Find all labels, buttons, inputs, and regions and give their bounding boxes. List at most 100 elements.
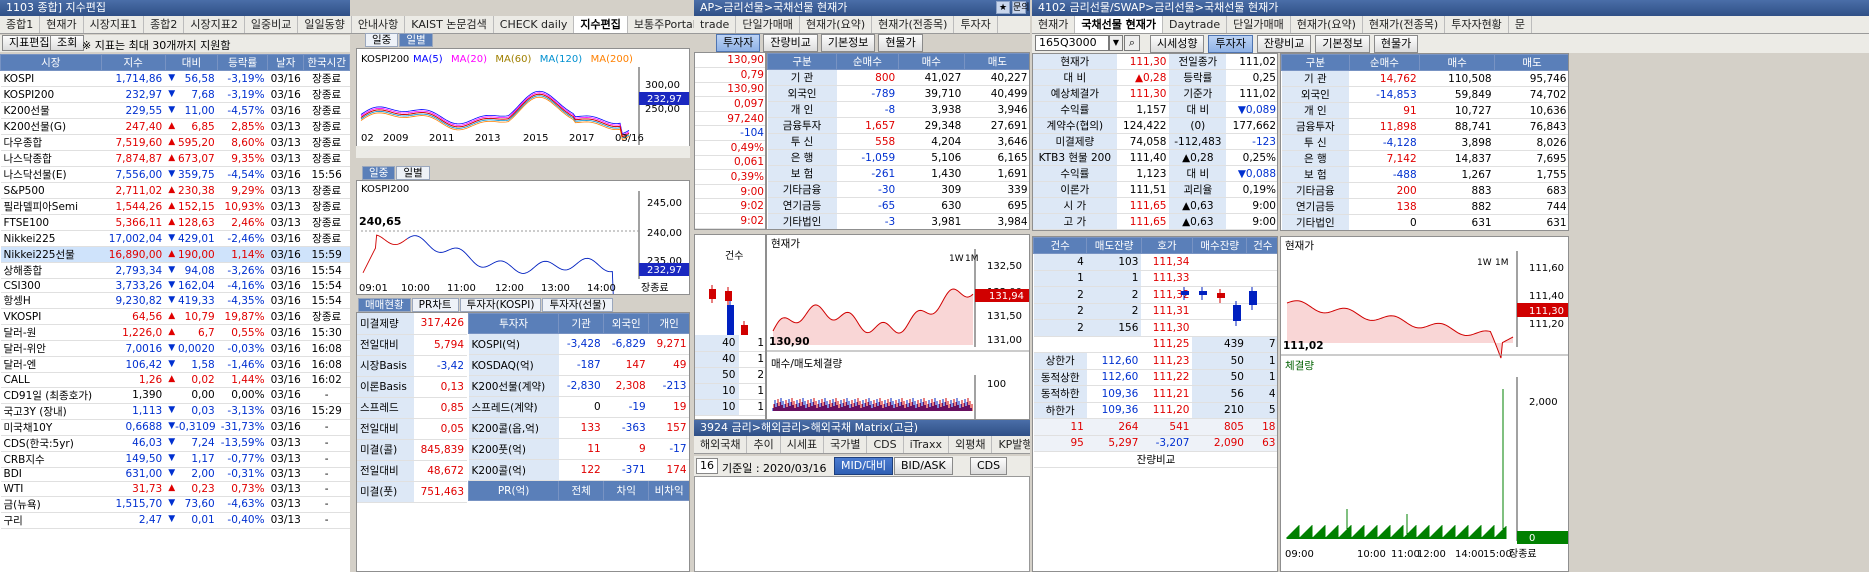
- win3-tab-1[interactable]: 국채선물 현재가: [1075, 16, 1164, 33]
- mid-diff-button[interactable]: MID/대비: [834, 457, 894, 475]
- ob-buy-row[interactable]: 동적상한 112,60 111,22 50 1: [1033, 369, 1277, 386]
- chart2-tab-0[interactable]: 일중: [362, 166, 396, 180]
- table-row[interactable]: WTI 31,73 ▲ 0,23 0,73% 03/13-: [0, 481, 350, 497]
- chart1-tab-0[interactable]: 일중: [365, 33, 399, 47]
- table-row[interactable]: FTSE100 5,366,11 ▲ 128,63 2,46% 03/13 장종료: [0, 214, 350, 231]
- win3-btn-0[interactable]: 시세성향: [1150, 35, 1205, 53]
- table-row[interactable]: 항셍H 9,230,82 ▼ 419,33 -4,35% 03/16 15:54: [0, 292, 350, 310]
- win1-tab-10[interactable]: 지수편집: [574, 16, 628, 33]
- subwin-tab-1[interactable]: 추이: [747, 436, 781, 453]
- cds-select[interactable]: CDS: [970, 457, 1008, 475]
- win1-tab-5[interactable]: 일중비교: [245, 16, 299, 33]
- table-row[interactable]: 구리 2,47 ▼ 0,01 -0,40% 03/13-: [0, 512, 350, 529]
- win3-tab-4[interactable]: 현재가(요약): [1291, 16, 1363, 33]
- table-row[interactable]: BDI 631,00 ▼ 2,00 -0,31% 03/13-: [0, 467, 350, 483]
- subwin-tab-7[interactable]: KP발행: [992, 436, 1030, 453]
- table-row[interactable]: CDS(한국:5yr) 46,03 ▼ 7,24 -13,59% 03/13-: [0, 435, 350, 452]
- win3-btn-3[interactable]: 기본정보: [1315, 35, 1370, 53]
- win3-tab-3[interactable]: 단일가매매: [1227, 16, 1291, 33]
- win3-tab-6[interactable]: 투자자현황: [1445, 16, 1509, 33]
- win1-titlebar[interactable]: 1103 종합] 지수편집: [0, 0, 350, 16]
- win2-btn-0[interactable]: 투자자: [716, 34, 761, 52]
- table-row[interactable]: VKOSPI 64,56 ▲ 10,79 19,87% 03/16 장종료: [0, 308, 350, 326]
- table-row[interactable]: CD91일 (최종호가) 1,390 0,00 0,00% 03/16-: [0, 387, 350, 404]
- win3-tab-5[interactable]: 현재가(전종목): [1363, 16, 1446, 33]
- table-row[interactable]: 달러-엔 106,42 ▼ 1,58 -1,46% 03/16 16:08: [0, 356, 350, 374]
- ob-buy-row[interactable]: 상한가 112,60 111,23 50 1: [1033, 352, 1277, 370]
- subwin-tab-0[interactable]: 해외국채: [694, 436, 748, 453]
- subwin-titlebar[interactable]: 3924 금리>해외금리>해외국채 Matrix(고급): [694, 420, 1030, 436]
- market-tab-2[interactable]: 투자자(KOSPI): [459, 298, 542, 312]
- win2-titlebar[interactable]: AP>금리선물>국채선물 현재가 ★ 문의: [694, 0, 1030, 16]
- subwin-tab-2[interactable]: 시세표: [781, 436, 825, 453]
- win2-tab-4[interactable]: 투자자: [954, 16, 998, 33]
- table-row[interactable]: KOSPI200 232,97 ▼ 7,68 -3,19% 03/16 장종료: [0, 86, 350, 103]
- win3-titlebar[interactable]: 4102 금리선물/SWAP>금리선물>국채선물 현재가: [1032, 0, 1869, 16]
- subwin-tab-6[interactable]: 외평채: [949, 436, 993, 453]
- win2-tab-2[interactable]: 현재가(요약): [800, 16, 873, 33]
- table-row[interactable]: S&P500 2,711,02 ▲ 230,38 9,29% 03/13 장종료: [0, 182, 350, 199]
- win1-tab-8[interactable]: KAIST 논문검색: [405, 16, 494, 33]
- win1-tab-6[interactable]: 일일동향: [298, 16, 352, 33]
- table-row[interactable]: 미국채10Y 0,6688 ▼ -0,3109 -31,73% 03/16-: [0, 419, 350, 436]
- table-row[interactable]: CRB지수 149,50 ▼ 1,17 -0,77% 03/13-: [0, 451, 350, 468]
- win1-tab-11[interactable]: 보통주Portal: [628, 16, 694, 33]
- ob-compare-button[interactable]: 잔량비교: [1033, 451, 1277, 468]
- table-row[interactable]: 나스닥종합 7,874,87 ▲ 673,07 9,35% 03/13 장종료: [0, 150, 350, 167]
- win2-btn-3[interactable]: 현물가: [878, 34, 923, 52]
- table-row[interactable]: 국고3Y (장내) 1,113 ▼ 0,03 -3,13% 03/16 15:29: [0, 403, 350, 420]
- bid-ask-button[interactable]: BID/ASK: [894, 457, 953, 475]
- win1-tab-0[interactable]: 종합1: [0, 16, 41, 33]
- win1-tab-3[interactable]: 종합2: [144, 16, 185, 33]
- table-row[interactable]: CALL 1,26 ▲ 0,02 1,44% 03/16 16:02: [0, 372, 350, 388]
- table-row[interactable]: 달러-원 1,226,0 ▲ 6,7 0,55% 03/16 15:30: [0, 324, 350, 342]
- win3-tab-0[interactable]: 현재가: [1032, 16, 1076, 33]
- ob-buy-row[interactable]: 하한가 109,36 111,20 210 5: [1033, 402, 1277, 419]
- table-row[interactable]: 필라델피아Semi 1,544,26 ▲ 152,15 10,93% 03/13 장종료: [0, 198, 350, 215]
- subwin-day-field[interactable]: 16: [696, 458, 718, 474]
- win2-menu-icon[interactable]: 문의: [1012, 1, 1030, 14]
- search-icon[interactable]: ⌕: [1124, 35, 1140, 51]
- win3-tab-7[interactable]: 문: [1509, 16, 1532, 33]
- win3-btn-4[interactable]: 현물가: [1373, 35, 1419, 53]
- table-row[interactable]: KOSPI 1,714,86 ▼ 56,58 -3,19% 03/16 장종료: [0, 70, 350, 87]
- chart2-tab-1[interactable]: 일별: [396, 166, 430, 180]
- win1-tab-9[interactable]: CHECK daily: [494, 16, 575, 33]
- ob-buy-row[interactable]: 동적하한 109,36 111,21 56 4: [1033, 385, 1277, 403]
- win1-tab-4[interactable]: 시장지표2: [184, 16, 245, 33]
- query-button[interactable]: 조회: [50, 35, 85, 51]
- subwin-tab-4[interactable]: CDS: [867, 436, 904, 453]
- table-row[interactable]: Nikkei225선물 16,890,00 ▲ 190,00 1,14% 03/16 15:…: [0, 246, 350, 263]
- win2-btn-1[interactable]: 잔량비교: [763, 34, 818, 52]
- win3-btn-2[interactable]: 잔량비교: [1256, 35, 1312, 53]
- win2-btn-2[interactable]: 기본정보: [820, 34, 876, 52]
- win2-tab-1[interactable]: 단일가매매: [736, 16, 800, 33]
- table-row[interactable]: K200선물 229,55 ▼ 11,00 -4,57% 03/16 장종료: [0, 102, 350, 119]
- table-row[interactable]: K200선물(G) 247,40 ▲ 6,85 2,85% 03/13 장종료: [0, 118, 350, 135]
- edit-index-button[interactable]: 지표편집: [2, 35, 57, 51]
- market-tab-1[interactable]: PR차트: [411, 298, 459, 312]
- table-row[interactable]: Nikkei225 17,002,04 ▼ 429,01 -2,46% 03/16 장종료: [0, 230, 350, 247]
- win1-tab-7[interactable]: 안내사항: [352, 16, 406, 33]
- table-row[interactable]: 금(뉴욕) 1,515,70 ▼ 73,60 -4,63% 03/13-: [0, 496, 350, 513]
- win2-tab-3[interactable]: 현재가(전종목): [872, 16, 955, 33]
- table-row[interactable]: 달러-위안 7,0016 ▼ 0,0020 -0,03% 03/16 16:08: [0, 340, 350, 358]
- win2-tab-0[interactable]: trade: [694, 16, 737, 33]
- win2-star-icon[interactable]: ★: [996, 1, 1010, 14]
- market-tab-0[interactable]: 매매현황: [358, 298, 411, 312]
- table-row[interactable]: CSI300 3,733,26 ▼ 162,04 -4,16% 03/16 15:54: [0, 278, 350, 294]
- contract-code-input[interactable]: 165Q3000: [1035, 35, 1109, 51]
- change-value: 0,23: [191, 482, 215, 495]
- subwin-tab-3[interactable]: 국가별: [824, 436, 868, 453]
- table-row[interactable]: 상해종합 2,793,34 ▼ 94,08 -3,26% 03/16 15:54: [0, 262, 350, 279]
- win3-tab-2[interactable]: Daytrade: [1163, 16, 1228, 33]
- market-tab-3[interactable]: 투자자(선물): [542, 298, 613, 312]
- subwin-tab-5[interactable]: iTraxx: [904, 436, 950, 453]
- code-dropdown-icon[interactable]: ▼: [1109, 35, 1123, 51]
- table-row[interactable]: 다우종합 7,519,60 ▲ 595,20 8,60% 03/13 장종료: [0, 134, 350, 151]
- win3-btn-1[interactable]: 투자자: [1208, 35, 1253, 53]
- table-row[interactable]: 나스닥선물(E) 7,556,00 ▼ 359,75 -4,54% 03/16 15:56: [0, 166, 350, 183]
- chart1-tab-1[interactable]: 일별: [399, 33, 433, 47]
- win1-tab-1[interactable]: 현재가: [40, 16, 84, 33]
- win1-tab-2[interactable]: 시장지표1: [84, 16, 145, 33]
